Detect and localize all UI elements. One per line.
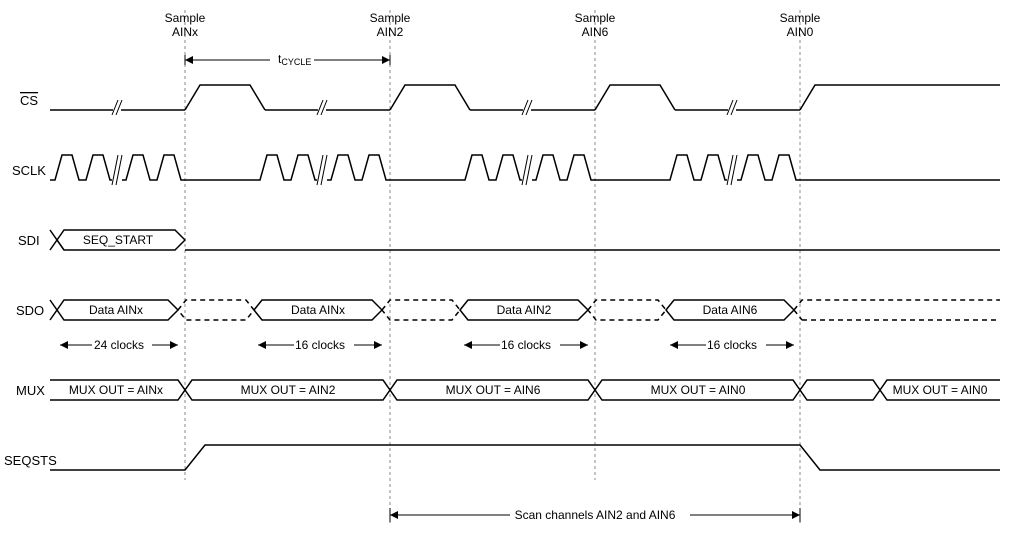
mux-row: MUX MUX OUT = AINx MUX OUT = AIN2 MUX OU… (16, 380, 1000, 400)
sample-marker-1: Sample AIN2 (370, 11, 411, 39)
sdo-label: SDO (16, 303, 44, 318)
mux-label: MUX (16, 383, 45, 398)
sdi-row: SDI SEQ_START (18, 230, 1000, 250)
sample-marker-3: Sample AIN0 (780, 11, 821, 39)
svg-text:Data AINx: Data AINx (89, 303, 143, 317)
svg-text:16 clocks: 16 clocks (707, 338, 757, 352)
sdi-frame-label: SEQ_START (83, 233, 154, 247)
sdo-row: SDO Data AINx Data AINx Data AIN2 Data A… (16, 300, 1000, 320)
svg-text:MUX OUT = AIN0: MUX OUT = AIN0 (651, 383, 746, 397)
svg-text:MUX OUT = AIN2: MUX OUT = AIN2 (241, 383, 336, 397)
svg-text:Sample: Sample (575, 11, 616, 25)
svg-text:MUX OUT = AIN0: MUX OUT = AIN0 (893, 383, 988, 397)
svg-text:Sample: Sample (780, 11, 821, 25)
svg-text:MUX OUT = AIN6: MUX OUT = AIN6 (446, 383, 541, 397)
svg-text:Data AIN6: Data AIN6 (703, 303, 758, 317)
svg-text:MUX OUT = AINx: MUX OUT = AINx (69, 383, 163, 397)
sample-marker-2: Sample AIN6 (575, 11, 616, 39)
tcycle-dimension: tCYCLE (185, 50, 390, 68)
svg-text:Sample: Sample (370, 11, 411, 25)
scan-span: Scan channels AIN2 and AIN6 (390, 506, 800, 522)
sclk-label: SCLK (12, 163, 46, 178)
svg-text:Sample: Sample (165, 11, 206, 25)
sdo-clock-counts: 24 clocks 16 clocks 16 clocks 16 clocks (60, 336, 794, 352)
sclk-row: SCLK (12, 155, 1000, 185)
svg-text:Data AINx: Data AINx (291, 303, 345, 317)
cs-row: CS (20, 85, 1000, 115)
svg-text:AIN0: AIN0 (787, 25, 814, 39)
svg-text:AIN2: AIN2 (377, 25, 404, 39)
svg-text:24 clocks: 24 clocks (94, 338, 144, 352)
sdi-label: SDI (18, 233, 40, 248)
sample-marker-0: Sample AINx (165, 11, 206, 39)
seqsts-row: SEQSTS (4, 445, 1000, 470)
seqsts-label: SEQSTS (4, 453, 57, 468)
scan-span-label: Scan channels AIN2 and AIN6 (515, 508, 676, 522)
svg-text:AINx: AINx (172, 25, 198, 39)
svg-text:16 clocks: 16 clocks (501, 338, 551, 352)
svg-text:Data AIN2: Data AIN2 (497, 303, 552, 317)
svg-text:16 clocks: 16 clocks (295, 338, 345, 352)
cs-label: CS (20, 93, 38, 108)
timing-diagram: Sample AINx Sample AIN2 Sample AIN6 Samp… (0, 0, 1016, 540)
svg-text:AIN6: AIN6 (582, 25, 609, 39)
